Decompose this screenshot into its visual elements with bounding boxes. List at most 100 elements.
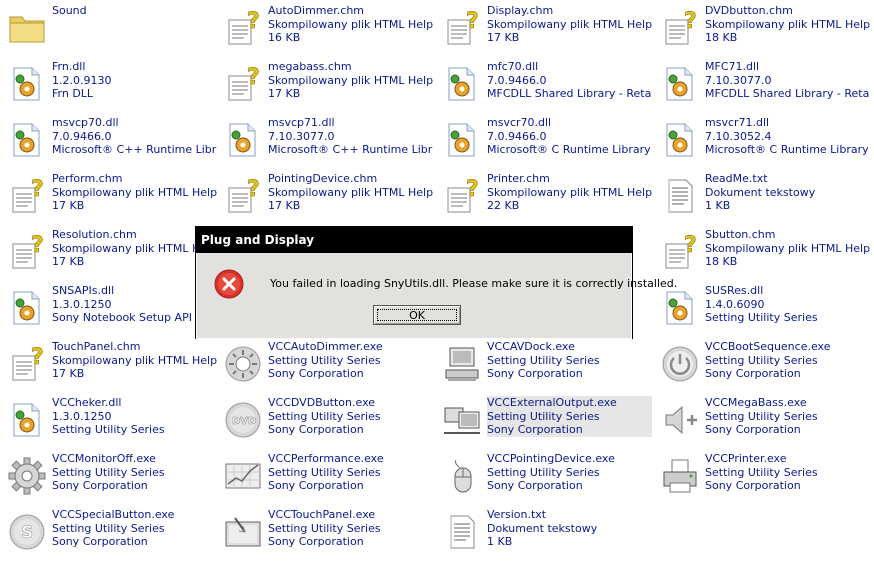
file-item[interactable]: ? TouchPanel.chm Skompilowany plik HTML He… <box>5 340 220 390</box>
file-name: VCCTouchPanel.exe <box>268 508 376 521</box>
file-item[interactable]: VCCheker.dll 1.3.0.1250 Setting Utility Se… <box>5 396 220 446</box>
file-type: Dokument tekstowy <box>487 521 598 535</box>
file-type: 7.0.9466.0 <box>487 129 547 143</box>
file-info: Sony Corporation <box>268 423 364 436</box>
file-details: Frn.dll 1.2.0.9130 Frn DLL <box>52 60 217 101</box>
file-item[interactable]: VCCMonitorOff.exe Setting Utility Series S… <box>5 452 220 502</box>
dll-icon <box>5 286 49 330</box>
help-file-icon: ? <box>658 230 702 274</box>
dialog-message: You failed in loading SnyUtils.dll. Plea… <box>270 277 678 290</box>
file-type: Setting Utility Series <box>268 353 381 367</box>
dll-icon <box>440 62 484 106</box>
file-item[interactable]: ? AutoDimmer.chm Skompilowany plik HTML He… <box>221 4 436 54</box>
file-item[interactable]: VCCTouchPanel.exe Setting Utility Series S… <box>221 508 436 558</box>
file-type: Setting Utility Series <box>268 521 381 535</box>
folder-icon <box>5 6 49 50</box>
dialog-title[interactable]: Plug and Display <box>196 227 632 253</box>
file-item[interactable]: S VCCSpecialButton.exe Setting Utility Ser… <box>5 508 220 558</box>
file-info: MFCDLL Shared Library - Retail V... <box>487 87 652 100</box>
file-item[interactable]: MFC71.dll 7.10.3077.0 MFCDLL Shared Librar… <box>658 60 873 110</box>
file-item[interactable]: Sound <box>5 4 220 54</box>
help-file-icon: ? <box>221 6 265 50</box>
file-item[interactable]: ? Perform.chm Skompilowany plik HTML Help 1… <box>5 172 220 222</box>
file-type: Setting Utility Series <box>268 465 381 479</box>
file-item[interactable]: VCCMegaBass.exe Setting Utility Series Son… <box>658 396 873 446</box>
file-name: Perform.chm <box>52 172 123 185</box>
file-item[interactable]: Version.txt Dokument tekstowy 1 KB <box>440 508 655 558</box>
file-item[interactable]: VCCAutoDimmer.exe Setting Utility Series S… <box>221 340 436 390</box>
file-item[interactable]: VCCAVDock.exe Setting Utility Series Sony … <box>440 340 655 390</box>
file-name: msvcr71.dll <box>705 116 770 129</box>
file-type: Setting Utility Series <box>705 353 818 367</box>
file-item[interactable]: VCCExternalOutput.exe Setting Utility Ser… <box>440 396 655 446</box>
file-info: Sony Corporation <box>705 367 801 380</box>
svg-text:?: ? <box>31 345 44 370</box>
file-item[interactable]: msvcr70.dll 7.0.9466.0 Microsoft® C Runtim… <box>440 116 655 166</box>
file-item[interactable]: ? megabass.chm Skompilowany plik HTML Help… <box>221 60 436 110</box>
file-item[interactable]: SUSRes.dll 1.4.0.6090 Setting Utility Seri… <box>658 284 873 334</box>
ok-button[interactable]: OK <box>373 305 461 325</box>
file-info: Sony Corporation <box>705 479 801 492</box>
file-type: Setting Utility Series <box>705 409 818 423</box>
file-item[interactable]: VCCPointingDevice.exe Setting Utility Ser… <box>440 452 655 502</box>
file-item[interactable]: ? Display.chm Skompilowany plik HTML Help 1… <box>440 4 655 54</box>
file-item[interactable]: ? Sbutton.chm Skompilowany plik HTML Help 1… <box>658 228 873 278</box>
file-type: Setting Utility Series <box>487 409 600 423</box>
file-name: VCCSpecialButton.exe <box>52 508 175 521</box>
file-name: DVDbutton.chm <box>705 4 793 17</box>
av-dock-icon <box>440 342 484 386</box>
dll-icon <box>221 118 265 162</box>
file-type: 7.10.3077.0 <box>705 73 772 87</box>
file-details: AutoDimmer.chm Skompilowany plik HTML Hel… <box>268 4 433 45</box>
file-info: Sony Corporation <box>268 367 364 380</box>
file-type: Skompilowany plik HTML Help <box>268 17 433 31</box>
file-details: Resolution.chm Skompilowany plik HTML Hel… <box>52 228 217 269</box>
dll-icon <box>658 286 702 330</box>
file-details: SNSAPIs.dll 1.3.0.1250 Sony Notebook Setup… <box>52 284 217 325</box>
file-item[interactable]: VCCPerformance.exe Setting Utility Series… <box>221 452 436 502</box>
file-details: VCCSpecialButton.exe Setting Utility Seri… <box>52 508 217 549</box>
file-name: Sbutton.chm <box>705 228 776 241</box>
file-item[interactable]: msvcr71.dll 7.10.3052.4 Microsoft® C Runti… <box>658 116 873 166</box>
file-name: AutoDimmer.chm <box>268 4 365 17</box>
file-item[interactable]: msvcp70.dll 7.0.9466.0 Microsoft® C++ Runt… <box>5 116 220 166</box>
help-file-icon: ? <box>658 6 702 50</box>
file-name: msvcr70.dll <box>487 116 552 129</box>
file-item[interactable]: Frn.dll 1.2.0.9130 Frn DLL <box>5 60 220 110</box>
s-button-icon: S <box>5 510 49 554</box>
dll-icon <box>5 398 49 442</box>
file-item[interactable]: ? PointingDevice.chm Skompilowany plik HTM… <box>221 172 436 222</box>
file-item[interactable]: SNSAPIs.dll 1.3.0.1250 Sony Notebook Setup… <box>5 284 220 334</box>
file-item[interactable]: ? DVDbutton.chm Skompilowany plik HTML Hel… <box>658 4 873 54</box>
file-name: PointingDevice.chm <box>268 172 378 185</box>
file-name: VCCAutoDimmer.exe <box>268 340 383 353</box>
file-item[interactable]: VCCPrinter.exe Setting Utility Series Sony… <box>658 452 873 502</box>
file-info: 17 KB <box>268 87 301 100</box>
svg-text:?: ? <box>684 233 697 258</box>
file-details: SUSRes.dll 1.4.0.6090 Setting Utility Seri… <box>705 284 870 325</box>
file-details: Version.txt Dokument tekstowy 1 KB <box>487 508 652 549</box>
file-info: Sony Corporation <box>705 423 801 436</box>
file-item[interactable]: ? Printer.chm Skompilowany plik HTML Help 2… <box>440 172 655 222</box>
file-info: 17 KB <box>487 31 520 44</box>
file-type: Setting Utility Series <box>268 409 381 423</box>
file-item[interactable]: mfc70.dll 7.0.9466.0 MFCDLL Shared Library… <box>440 60 655 110</box>
file-item[interactable]: DVD VCCDVDButton.exe Setting Utility Serie… <box>221 396 436 446</box>
file-item[interactable]: ? Resolution.chm Skompilowany plik HTML He… <box>5 228 220 278</box>
file-type: Setting Utility Series <box>487 465 600 479</box>
svg-text:?: ? <box>247 65 260 90</box>
file-name: VCCPerformance.exe <box>268 452 384 465</box>
file-type: 1.2.0.9130 <box>52 73 112 87</box>
file-item[interactable]: ReadMe.txt Dokument tekstowy 1 KB <box>658 172 873 222</box>
file-info: Microsoft® C Runtime Library <box>487 143 651 156</box>
file-info: Sony Corporation <box>487 367 583 380</box>
help-file-icon: ? <box>440 174 484 218</box>
svg-text:?: ? <box>466 177 479 202</box>
dll-icon <box>440 118 484 162</box>
file-details: VCCPointingDevice.exe Setting Utility Ser… <box>487 452 652 493</box>
file-item[interactable]: msvcp71.dll 7.10.3077.0 Microsoft® C++ Run… <box>221 116 436 166</box>
file-type: 1.4.0.6090 <box>705 297 765 311</box>
file-name: Printer.chm <box>487 172 550 185</box>
file-item[interactable]: VCCBootSequence.exe Setting Utility Serie… <box>658 340 873 390</box>
file-info: 18 KB <box>705 31 738 44</box>
